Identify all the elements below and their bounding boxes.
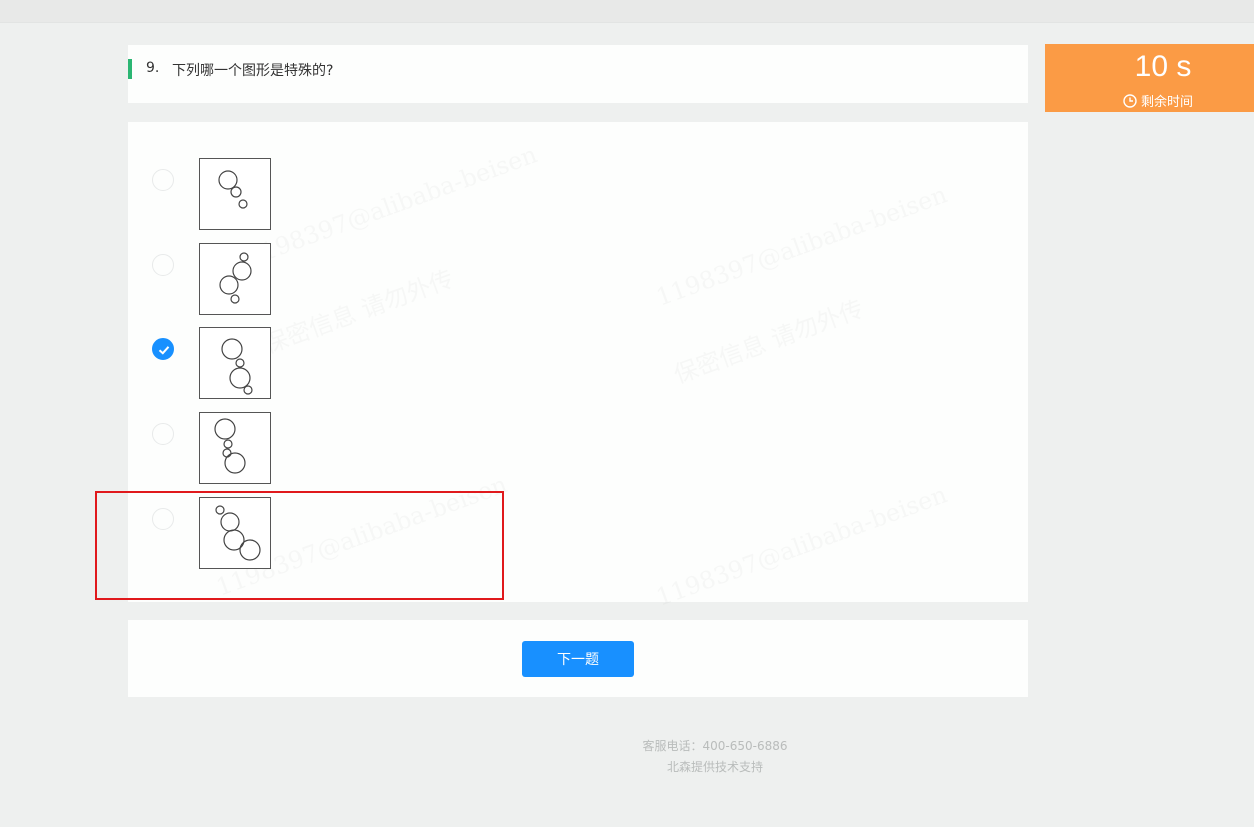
figure-circle [243,385,253,395]
answer-option[interactable] [128,243,528,319]
next-question-button[interactable]: 下一题 [522,641,634,677]
radio-button[interactable] [152,423,174,445]
timer-value: 10 s [1134,50,1192,83]
footer-phone: 客服电话：400-650-6886 [642,739,788,753]
question-number: 9. [146,60,160,76]
figure-circle [238,199,248,209]
option-figure [199,412,271,484]
question-accent-bar [128,59,132,79]
figure-circle [219,275,239,295]
timer-label-row: 剩余时间 [1123,91,1193,110]
action-card: 下一题 [128,620,1028,697]
figure-circle [232,261,252,281]
figure-circle [229,367,251,389]
figure-circle [222,448,232,458]
countdown-timer: 10 s 剩余时间 [1045,44,1254,112]
footer-support: 北森提供技术支持 [666,760,763,774]
figure-circle [221,338,243,360]
answer-option[interactable] [128,412,528,488]
radio-button[interactable] [152,254,174,276]
figure-circle [223,439,233,449]
radio-checked[interactable] [152,338,174,360]
question-text: 下列哪一个图形是特殊的? [172,63,334,79]
figure-circle [230,294,240,304]
radio-button[interactable] [152,169,174,191]
clock-icon [1123,93,1137,108]
top-bar [0,0,1254,23]
answer-option[interactable] [128,327,528,403]
answer-option[interactable] [128,158,528,234]
check-icon [158,346,170,355]
question-card: 9. 下列哪一个图形是特殊的? [128,45,1028,103]
figure-circle [214,418,236,440]
option-figure [199,158,271,230]
figure-circle [218,170,238,190]
footer: 客服电话：400-650-6886 北森提供技术支持 [610,736,820,778]
figure-circle [239,252,249,262]
timer-label: 剩余时间 [1141,95,1194,110]
figure-circle [230,186,242,198]
option-figure [199,243,271,315]
highlight-box [95,491,504,600]
figure-circle [235,358,245,368]
figure-circle [224,452,246,474]
option-figure [199,327,271,399]
